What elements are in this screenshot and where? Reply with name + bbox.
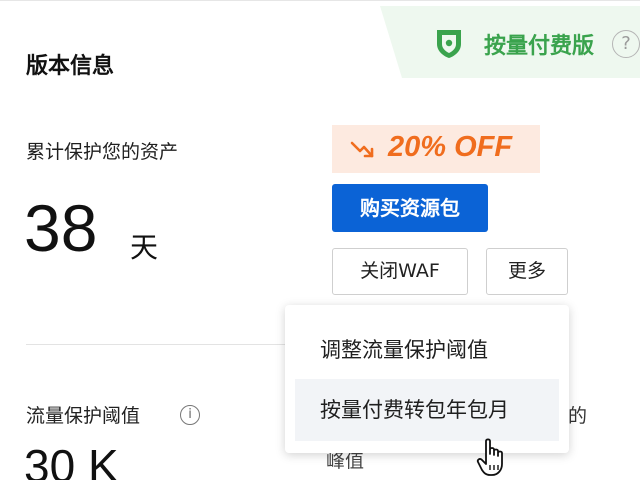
buy-resource-pack-button[interactable]: 购买资源包 [332,184,488,232]
threshold-label: 流量保护阈值 [26,405,141,427]
top-border [0,0,640,6]
more-button[interactable]: 更多 [486,248,568,295]
divider [26,344,288,345]
discount-badge: 20% OFF [332,125,540,173]
shield-icon [437,30,461,58]
discount-text: 20% OFF [388,131,513,163]
info-icon[interactable]: i [180,405,200,425]
obscured-label-fragment: 的 [568,405,588,427]
section-title: 版本信息 [26,54,115,79]
menu-item-adjust-threshold[interactable]: 调整流量保护阈值 [295,319,559,381]
protection-days-value: 38 [24,191,98,265]
protection-label: 累计保护您的资产 [26,141,179,163]
close-waf-button[interactable]: 关闭WAF [332,248,468,295]
more-dropdown-menu: 调整流量保护阈值 按量付费转包年包月 [285,305,569,453]
threshold-value: 30 K [24,440,119,480]
trend-down-icon [350,141,374,158]
protection-days-unit: 天 [130,231,159,264]
hand-pointer-icon [476,438,503,476]
help-icon[interactable]: ? [612,30,640,58]
plan-name: 按量付费版 [484,34,595,59]
menu-item-convert-to-subscription[interactable]: 按量付费转包年包月 [295,379,559,441]
